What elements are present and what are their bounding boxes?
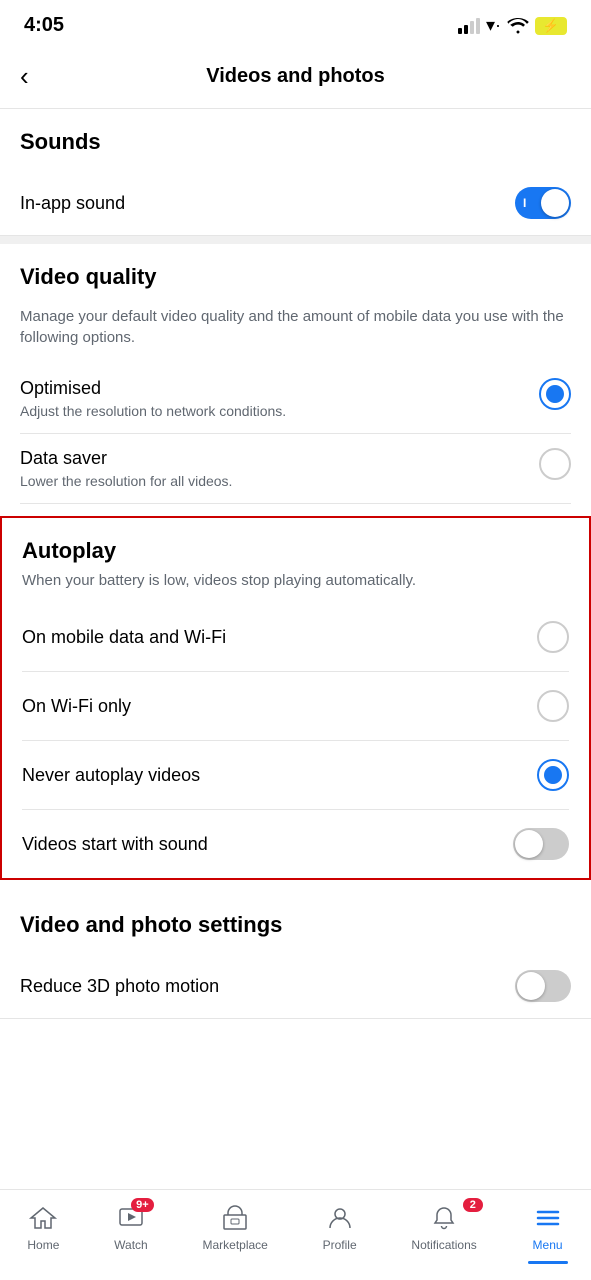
back-button[interactable]: ‹ (20, 57, 37, 96)
bottom-spacer (0, 1019, 591, 1139)
notifications-icon (428, 1202, 460, 1234)
home-label: Home (27, 1238, 59, 1252)
nav-item-notifications[interactable]: 2 Notifications (399, 1198, 488, 1256)
autoplay-never-row[interactable]: Never autoplay videos (22, 741, 569, 810)
optimised-title: Optimised (20, 378, 523, 399)
autoplay-mobile-wifi-row[interactable]: On mobile data and Wi-Fi (22, 603, 569, 672)
optimised-row: Optimised Adjust the resolution to netwo… (0, 364, 591, 434)
nav-item-menu[interactable]: Menu (520, 1198, 576, 1256)
data-saver-text: Data saver Lower the resolution for all … (20, 448, 539, 489)
content: Sounds In-app sound I Video quality Mana… (0, 109, 591, 1139)
nav-item-home[interactable]: Home (15, 1198, 71, 1256)
reduce-3d-row: Reduce 3D photo motion (0, 954, 591, 1019)
autoplay-mobile-wifi-label: On mobile data and Wi-Fi (22, 627, 226, 648)
nav-item-watch[interactable]: 9+ Watch (102, 1198, 160, 1256)
video-quality-section: Video quality Manage your default video … (0, 244, 591, 348)
autoplay-section: Autoplay When your battery is low, video… (0, 516, 591, 880)
battery-icon: ⚡ (535, 17, 567, 35)
sounds-section: Sounds (0, 109, 591, 155)
data-saver-option[interactable]: Data saver Lower the resolution for all … (20, 434, 571, 504)
page-title: Videos and photos (206, 65, 385, 88)
toggle-knob-sound (515, 830, 543, 858)
menu-label: Menu (533, 1238, 563, 1252)
toggle-on-label: I (523, 196, 526, 210)
profile-icon (324, 1202, 356, 1234)
autoplay-mobile-wifi-radio[interactable] (537, 621, 569, 653)
data-saver-row: Data saver Lower the resolution for all … (0, 434, 591, 504)
in-app-sound-label: In-app sound (20, 193, 125, 214)
video-photo-settings-section: Video and photo settings (0, 892, 591, 938)
watch-label: Watch (114, 1238, 148, 1252)
autoplay-never-label: Never autoplay videos (22, 765, 200, 786)
home-icon (27, 1202, 59, 1234)
data-saver-radio[interactable] (539, 448, 571, 480)
toggle-knob (541, 189, 569, 217)
notifications-badge: 2 (463, 1198, 483, 1212)
status-time: 4:05 (24, 14, 64, 37)
autoplay-wifi-only-row[interactable]: On Wi-Fi only (22, 672, 569, 741)
autoplay-header: Autoplay When your battery is low, video… (2, 518, 589, 591)
video-photo-settings-title: Video and photo settings (20, 912, 571, 938)
autoplay-sound-label: Videos start with sound (22, 834, 208, 855)
video-quality-desc: Manage your default video quality and th… (20, 306, 571, 348)
autoplay-sound-toggle[interactable] (513, 828, 569, 860)
optimised-option[interactable]: Optimised Adjust the resolution to netwo… (20, 364, 571, 434)
radio-inner-selected (544, 766, 562, 784)
wifi-icon (507, 18, 529, 34)
autoplay-sound-row: Videos start with sound (22, 810, 569, 878)
in-app-sound-toggle[interactable]: I (515, 187, 571, 219)
autoplay-never-radio[interactable] (537, 759, 569, 791)
section-divider (0, 236, 591, 244)
signal-icon (458, 18, 480, 34)
reduce-3d-label: Reduce 3D photo motion (20, 976, 219, 997)
toggle-knob-3d (517, 972, 545, 1000)
sounds-title: Sounds (20, 129, 571, 155)
status-icons: ▾· ⚡ (458, 15, 567, 36)
autoplay-wifi-only-radio[interactable] (537, 690, 569, 722)
marketplace-label: Marketplace (202, 1238, 267, 1252)
optimised-desc: Adjust the resolution to network conditi… (20, 403, 523, 419)
autoplay-wifi-only-label: On Wi-Fi only (22, 696, 131, 717)
menu-icon (532, 1202, 564, 1234)
in-app-sound-row: In-app sound I (0, 171, 591, 236)
status-bar: 4:05 ▾· ⚡ (0, 0, 591, 45)
watch-badge: 9+ (131, 1198, 154, 1212)
radio-inner (546, 385, 564, 403)
video-quality-title: Video quality (20, 264, 571, 290)
nav-item-marketplace[interactable]: Marketplace (190, 1198, 279, 1256)
nav-item-profile[interactable]: Profile (311, 1198, 369, 1256)
data-saver-desc: Lower the resolution for all videos. (20, 473, 523, 489)
autoplay-desc: When your battery is low, videos stop pl… (22, 570, 569, 591)
autoplay-rows: On mobile data and Wi-Fi On Wi-Fi only N… (2, 603, 589, 878)
marketplace-icon (219, 1202, 251, 1234)
autoplay-title: Autoplay (22, 538, 569, 564)
notifications-label: Notifications (411, 1238, 476, 1252)
reduce-3d-toggle[interactable] (515, 970, 571, 1002)
data-saver-title: Data saver (20, 448, 523, 469)
wifi-icon: ▾· (486, 15, 501, 36)
nav-header: ‹ Videos and photos (0, 45, 591, 109)
menu-active-bar (528, 1261, 568, 1264)
optimised-radio[interactable] (539, 378, 571, 410)
profile-label: Profile (323, 1238, 357, 1252)
optimised-text: Optimised Adjust the resolution to netwo… (20, 378, 539, 419)
bottom-nav: Home 9+ Watch Marketplace (0, 1189, 591, 1280)
